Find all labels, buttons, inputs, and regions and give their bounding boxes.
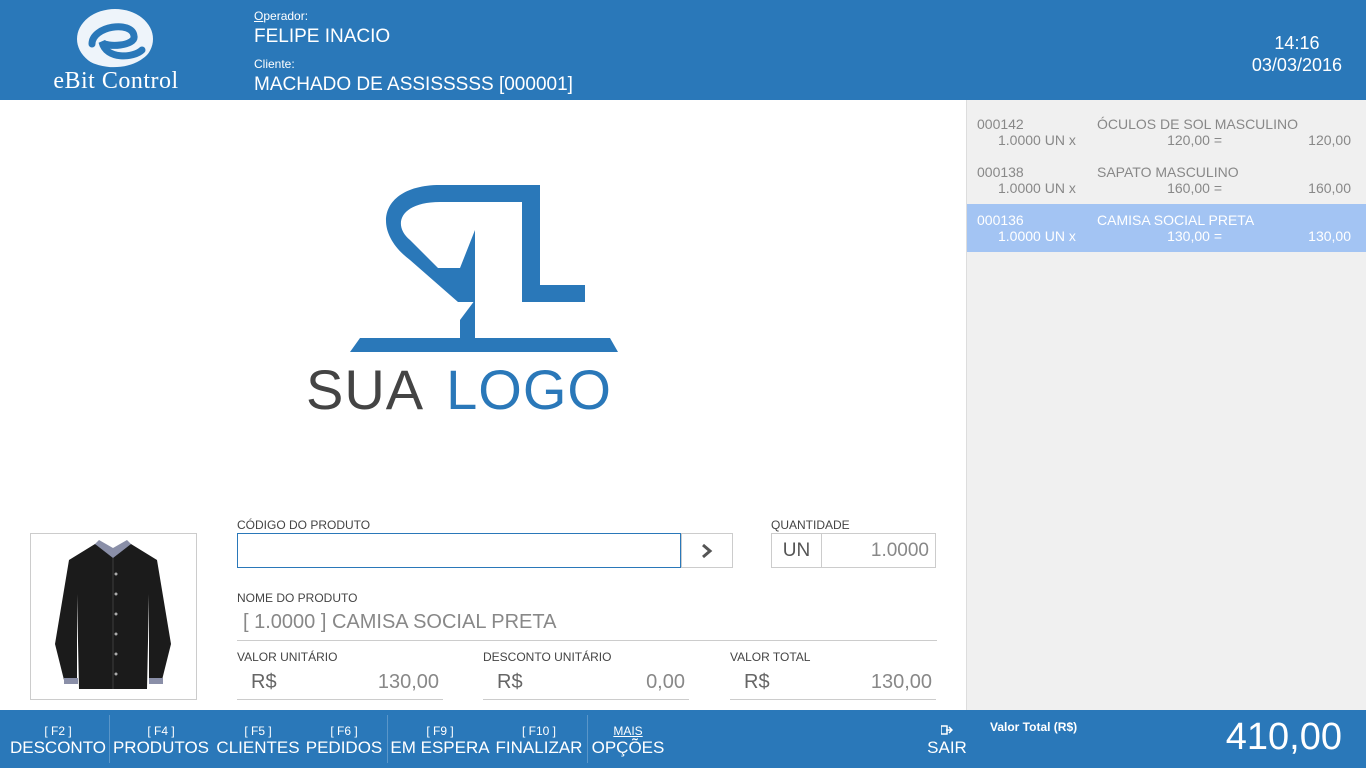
grand-total-label: Valor Total (R$) — [990, 720, 1078, 734]
client-name: MACHADO DE ASSISSSSS [000001] — [254, 74, 573, 95]
more-options-button[interactable]: MAIS OPÇÕES — [590, 710, 666, 768]
operator-name: FELIPE INACIO — [254, 26, 391, 47]
list-item[interactable]: 000142 ÓCULOS DE SOL MASCULINO 1.0000 UN… — [967, 108, 1366, 156]
product-name-label: NOME DO PRODUTO — [237, 591, 358, 605]
exit-icon — [924, 724, 970, 738]
divider — [109, 715, 110, 763]
clients-button[interactable]: [ F5 ] CLIENTES — [214, 710, 302, 768]
header-bar: eBit Control Operador: FELIPE INACIO Cli… — [0, 0, 1366, 100]
divider — [587, 715, 588, 763]
clock-time: 14:16 — [1274, 33, 1320, 53]
finalize-button[interactable]: [ F10 ] FINALIZAR — [494, 710, 584, 768]
unit-price-value: 130,00 — [377, 671, 439, 693]
code-label: CÓDIGO DO PRODUTO — [237, 518, 371, 532]
discount-value: 0,00 — [646, 671, 685, 693]
unit-price-field: R$ 130,00 — [237, 667, 443, 700]
discount-label: DESCONTO UNITÁRIO — [483, 650, 612, 664]
chevron-right-icon — [702, 543, 713, 558]
clock: 14:16 03/03/2016 — [1252, 32, 1342, 76]
search-product-button[interactable] — [681, 533, 733, 568]
ebit-logo-icon — [77, 9, 158, 71]
product-code-input[interactable] — [237, 533, 681, 568]
on-hold-button[interactable]: [ F9 ] EM ESPERA — [390, 710, 490, 768]
divider — [387, 715, 388, 763]
product-name-value: [ 1.0000 ] CAMISA SOCIAL PRETA — [237, 607, 937, 641]
discount-field: R$ 0,00 — [483, 667, 689, 700]
product-image — [30, 533, 197, 700]
list-item[interactable]: 000138 SAPATO MASCULINO 1.0000 UN x 160,… — [967, 156, 1366, 204]
unit-price-label: VALOR UNITÁRIO — [237, 650, 338, 664]
quantity-field[interactable]: 1.0000 — [821, 533, 936, 568]
shirt-image-icon — [55, 540, 171, 689]
orders-button[interactable]: [ F6 ] PEDIDOS — [304, 710, 384, 768]
quantity-label: QUANTIDADE — [771, 518, 850, 532]
brand-logo: eBit Control — [46, 6, 186, 96]
exit-button[interactable]: SAIR — [924, 710, 970, 758]
footer-bar: [ F2 ] DESCONTO [ F4 ] PRODUTOS [ F5 ] CLIE… — [0, 710, 1366, 768]
logo-text: SUA LOGO — [306, 358, 612, 421]
brand-name: eBit Control — [53, 68, 179, 94]
discount-button[interactable]: [ F2 ] DESCONTO — [8, 710, 108, 768]
total-value: 130,00 — [870, 671, 932, 693]
operator-label: Operador: — [254, 9, 309, 23]
main-panel: SUA LOGO CÓDIGO DO PRODUTO QUANTIDADE UN … — [0, 100, 966, 710]
products-button[interactable]: [ F4 ] PRODUTOS — [112, 710, 210, 768]
list-item-selected[interactable]: 000136 CAMISA SOCIAL PRETA 1.0000 UN x 1… — [967, 204, 1366, 252]
total-field: R$ 130,00 — [730, 667, 936, 700]
clock-date: 03/03/2016 — [1251, 55, 1342, 75]
total-label: VALOR TOTAL — [730, 650, 811, 664]
client-label: Cliente: — [254, 57, 295, 71]
quantity-unit: UN — [771, 533, 822, 568]
grand-total-value: 410,00 — [1225, 716, 1342, 758]
items-list: 000142 ÓCULOS DE SOL MASCULINO 1.0000 UN… — [966, 100, 1366, 710]
